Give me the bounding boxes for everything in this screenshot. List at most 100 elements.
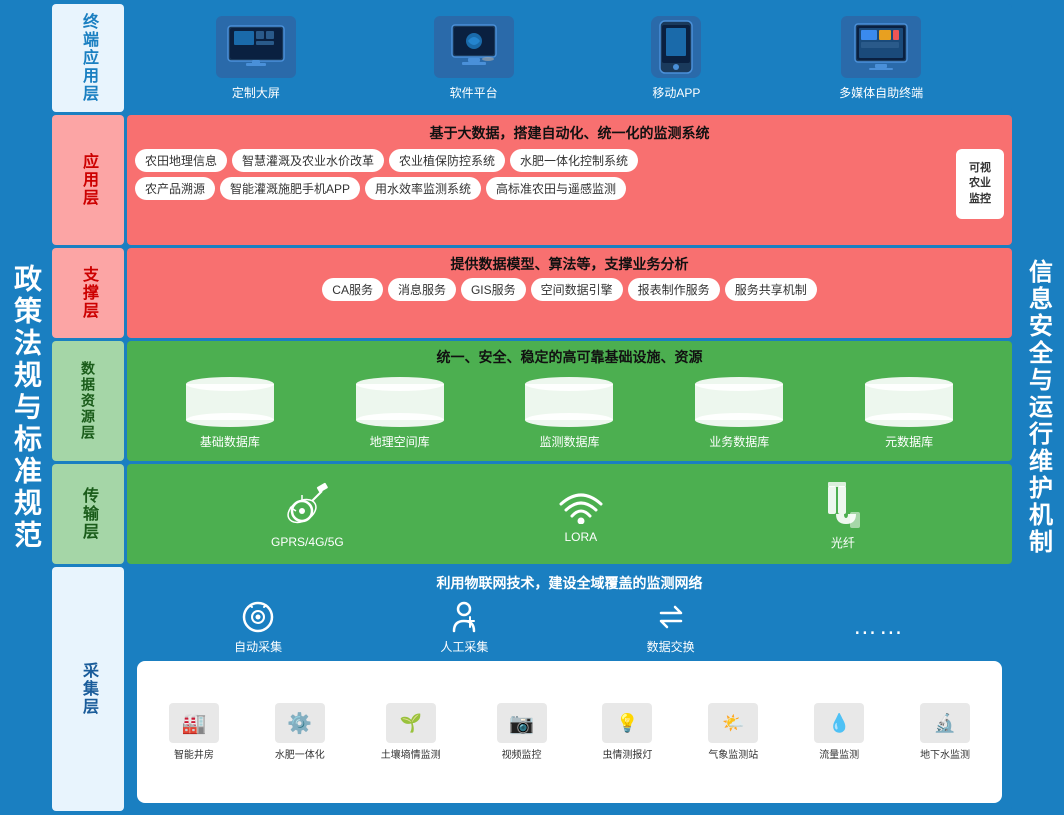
collection-title: 利用物联网技术，建设全域覆盖的监测网络 xyxy=(135,573,1004,593)
terminal-item-0: 定制大屏 xyxy=(216,16,296,101)
db-item-4: 元数据库 xyxy=(865,377,953,450)
device-item-7: 🔬 地下水监测 xyxy=(920,703,970,761)
database-icons: 基础数据库 地理空间库 xyxy=(135,371,1004,455)
support-title: 提供数据模型、算法等，支撑业务分析 xyxy=(135,254,1004,274)
terminal-name-3: 多媒体自助终端 xyxy=(839,84,923,101)
app-tags-row1: 农田地理信息 智慧灌溉及农业水价改革 农业植保防控系统 水肥一体化控制系统 xyxy=(135,149,948,172)
transmission-row: 传输层 GPRS/4G/5G xyxy=(52,464,1012,564)
device-name-2: 土壤墒情监测 xyxy=(381,746,441,761)
support-tag-2: GIS服务 xyxy=(461,278,526,301)
collect-method-2: 数据交换 xyxy=(647,599,695,655)
terminal-item-1: 软件平台 xyxy=(434,16,514,101)
device-icon-3: 📷 xyxy=(497,703,547,743)
db-item-1: 地理空间库 xyxy=(356,377,444,450)
db-item-3: 业务数据库 xyxy=(695,377,783,450)
device-item-4: 💡 虫情测报灯 xyxy=(602,703,652,761)
device-name-5: 气象监测站 xyxy=(708,746,758,761)
app-badge: 可视 农业 监控 xyxy=(956,149,1004,219)
app-tag-6: 用水效率监测系统 xyxy=(365,177,481,200)
fiber-icon xyxy=(818,478,868,528)
collection-row: 采集层 利用物联网技术，建设全域覆盖的监测网络 自 xyxy=(52,567,1012,811)
terminal-icon-3 xyxy=(841,16,921,78)
app-tags-row2: 农产品溯源 智能灌溉施肥手机APP 用水效率监测系统 高标准农田与遥感监测 xyxy=(135,177,948,200)
support-row: 支撑层 提供数据模型、算法等，支撑业务分析 CA服务 消息服务 GIS服务 空间… xyxy=(52,248,1012,338)
data-exchange-icon xyxy=(653,599,689,635)
app-tag-1: 智慧灌溉及农业水价改革 xyxy=(232,149,384,172)
trans-item-0: GPRS/4G/5G xyxy=(271,479,344,549)
trans-name-2: 光纤 xyxy=(831,534,855,551)
collect-method-3: …… xyxy=(853,613,905,641)
app-title: 基于大数据，搭建自动化、统一化的监测系统 xyxy=(135,121,1004,145)
app-tag-5: 智能灌溉施肥手机APP xyxy=(220,177,360,200)
device-name-0: 智能井房 xyxy=(174,746,214,761)
support-label: 支撑层 xyxy=(52,248,124,338)
support-tag-0: CA服务 xyxy=(322,278,383,301)
terminal-content: 定制大屏 软件平台 xyxy=(127,4,1012,112)
terminal-item-3: 多媒体自助终端 xyxy=(839,16,923,101)
trans-item-2: 光纤 xyxy=(818,478,868,551)
device-item-5: 🌤️ 气象监测站 xyxy=(708,703,758,761)
db-label-1: 地理空间库 xyxy=(370,433,430,450)
app-label: 应用层 xyxy=(52,115,124,245)
collection-methods: 自动采集 人工采集 xyxy=(135,597,1004,657)
device-icon-7: 🔬 xyxy=(920,703,970,743)
collection-devices: 🏭 智能井房 ⚙️ 水肥一体化 🌱 土壤墒情监测 📷 xyxy=(137,661,1002,803)
collection-label: 采集层 xyxy=(52,567,124,811)
device-icon-4: 💡 xyxy=(602,703,652,743)
db-label-0: 基础数据库 xyxy=(200,433,260,450)
db-label-3: 业务数据库 xyxy=(709,433,769,450)
support-tag-1: 消息服务 xyxy=(388,278,456,301)
main-content: 终端应用层 xyxy=(52,0,1012,815)
terminal-icon-0 xyxy=(216,16,296,78)
data-resource-title: 统一、安全、稳定的高可靠基础设施、资源 xyxy=(135,347,1004,367)
manual-collect-icon xyxy=(446,599,482,635)
terminal-icon-2 xyxy=(651,16,701,78)
device-item-1: ⚙️ 水肥一体化 xyxy=(275,703,325,761)
left-label: 政策法规与标准规范 xyxy=(0,0,52,815)
app-content: 基于大数据，搭建自动化、统一化的监测系统 农田地理信息 智慧灌溉及农业水价改革 … xyxy=(127,115,1012,245)
device-icon-6: 💧 xyxy=(814,703,864,743)
app-tag-2: 农业植保防控系统 xyxy=(389,149,505,172)
wifi-icon xyxy=(556,484,606,524)
data-resource-content: 统一、安全、稳定的高可靠基础设施、资源 基础数据库 xyxy=(127,341,1012,461)
app-tag-7: 高标准农田与遥感监测 xyxy=(486,177,626,200)
device-item-3: 📷 视频监控 xyxy=(497,703,547,761)
terminal-icon-1 xyxy=(434,16,514,78)
device-icon-5: 🌤️ xyxy=(708,703,758,743)
transmission-content: GPRS/4G/5G LORA xyxy=(127,464,1012,564)
collect-method-0: 自动采集 xyxy=(234,599,282,655)
terminal-name-2: 移动APP xyxy=(652,84,700,101)
satellite-icon xyxy=(282,479,332,529)
trans-item-1: LORA xyxy=(556,484,606,544)
app-row: 应用层 基于大数据，搭建自动化、统一化的监测系统 农田地理信息 智慧灌溉及农业水… xyxy=(52,115,1012,245)
device-item-0: 🏭 智能井房 xyxy=(169,703,219,761)
device-name-7: 地下水监测 xyxy=(920,746,970,761)
device-name-6: 流量监测 xyxy=(819,746,859,761)
terminal-item-2: 移动APP xyxy=(651,16,701,101)
device-item-6: 💧 流量监测 xyxy=(814,703,864,761)
app-tag-4: 农产品溯源 xyxy=(135,177,215,200)
terminal-label: 终端应用层 xyxy=(52,4,124,112)
data-resource-label: 数据资源层 xyxy=(52,341,124,461)
app-tag-3: 水肥一体化控制系统 xyxy=(510,149,638,172)
support-tag-3: 空间数据引擎 xyxy=(531,278,623,301)
db-label-2: 监测数据库 xyxy=(539,433,599,450)
device-name-4: 虫情测报灯 xyxy=(602,746,652,761)
db-item-0: 基础数据库 xyxy=(186,377,274,450)
db-item-2: 监测数据库 xyxy=(525,377,613,450)
trans-name-0: GPRS/4G/5G xyxy=(271,535,344,549)
data-resource-row: 数据资源层 统一、安全、稳定的高可靠基础设施、资源 基础数据库 xyxy=(52,341,1012,461)
right-label: 信息安全与运行维护机制 xyxy=(1012,0,1064,815)
collect-method-1: 人工采集 xyxy=(440,599,488,655)
device-icon-0: 🏭 xyxy=(169,703,219,743)
terminal-name-0: 定制大屏 xyxy=(232,84,280,101)
device-item-2: 🌱 土壤墒情监测 xyxy=(381,703,441,761)
terminal-name-1: 软件平台 xyxy=(450,84,498,101)
support-tag-5: 服务共享机制 xyxy=(725,278,817,301)
device-name-3: 视频监控 xyxy=(502,746,542,761)
terminal-row: 终端应用层 xyxy=(52,4,1012,112)
main-wrapper: 政策法规与标准规范 终端应用层 xyxy=(0,0,1064,815)
auto-collect-icon xyxy=(240,599,276,635)
db-label-4: 元数据库 xyxy=(885,433,933,450)
trans-name-1: LORA xyxy=(565,530,598,544)
